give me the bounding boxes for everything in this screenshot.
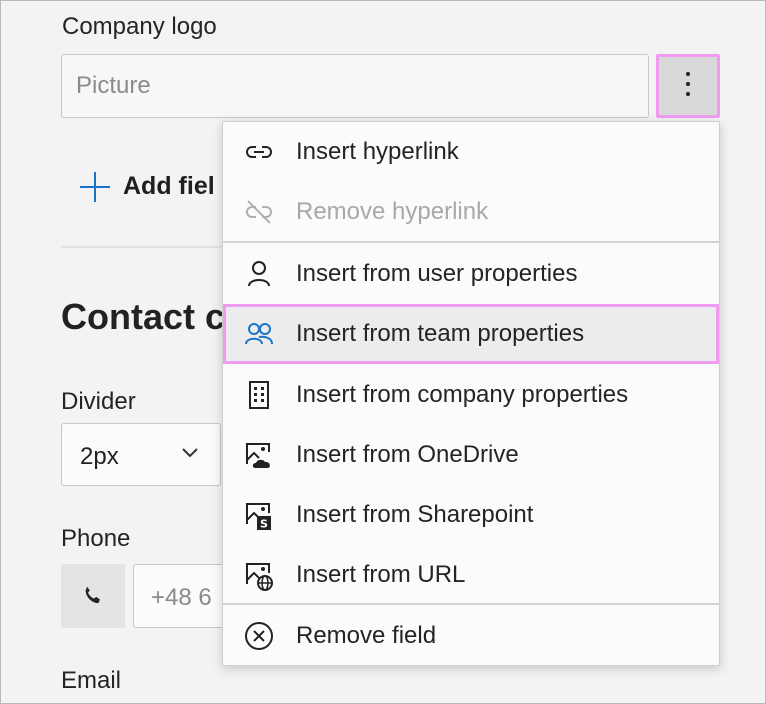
menu-item-label: Insert from URL	[296, 561, 466, 588]
menu-item-insert-team-properties[interactable]: Insert from team properties	[223, 304, 719, 364]
people-team-icon	[245, 323, 273, 345]
menu-item-insert-sharepoint[interactable]: S Insert from Sharepoint	[223, 485, 719, 545]
plus-icon	[80, 172, 110, 202]
phone-icon	[85, 586, 100, 604]
menu-item-label: Insert from Sharepoint	[296, 501, 534, 528]
divider-label: Divider	[61, 388, 136, 415]
chevron-down-icon	[182, 448, 198, 458]
menu-separator	[223, 241, 719, 243]
menu-item-label: Insert from company properties	[296, 381, 629, 408]
menu-item-label: Insert from team properties	[296, 320, 585, 347]
person-icon	[248, 261, 270, 287]
menu-item-label: Insert hyperlink	[296, 138, 459, 165]
menu-item-label: Insert from OneDrive	[296, 441, 519, 468]
email-label: Email	[61, 667, 122, 694]
phone-icon-button[interactable]	[61, 564, 125, 628]
dismiss-circle-icon	[245, 622, 273, 650]
image-globe-icon	[246, 563, 273, 591]
section-divider	[61, 246, 241, 248]
link-icon	[246, 146, 272, 158]
more-options-button[interactable]	[656, 54, 720, 118]
menu-item-label: Remove field	[296, 622, 437, 649]
company-logo-label: Company logo	[62, 13, 217, 40]
menu-item-remove-field[interactable]: Remove field	[223, 606, 719, 666]
menu-item-label: Remove hyperlink	[296, 198, 489, 225]
menu-item-insert-hyperlink[interactable]: Insert hyperlink	[223, 122, 719, 182]
menu-item-insert-user-properties[interactable]: Insert from user properties	[223, 244, 719, 304]
building-icon	[249, 381, 269, 409]
menu-item-label: Insert from user properties	[296, 260, 578, 287]
add-field-label: Add fiel	[123, 172, 215, 200]
menu-item-remove-hyperlink[interactable]: Remove hyperlink	[223, 182, 719, 242]
divider-select[interactable]: 2px	[61, 423, 221, 486]
image-onedrive-icon	[246, 443, 270, 468]
divider-select-value: 2px	[80, 443, 119, 470]
link-remove-icon	[246, 200, 272, 224]
context-menu: Insert hyperlink Remove hyperlink Insert…	[222, 121, 720, 666]
menu-item-insert-onedrive[interactable]: Insert from OneDrive	[223, 425, 719, 485]
menu-item-insert-url[interactable]: Insert from URL	[223, 545, 719, 605]
menu-separator	[223, 603, 719, 605]
more-vertical-icon	[686, 72, 690, 102]
company-logo-input[interactable]: Picture	[61, 54, 649, 118]
menu-item-insert-company-properties[interactable]: Insert from company properties	[223, 365, 719, 425]
phone-label: Phone	[61, 525, 131, 552]
image-sharepoint-icon: S	[246, 503, 271, 531]
section-title: Contact c	[61, 296, 226, 337]
svg-text:S: S	[260, 518, 268, 531]
